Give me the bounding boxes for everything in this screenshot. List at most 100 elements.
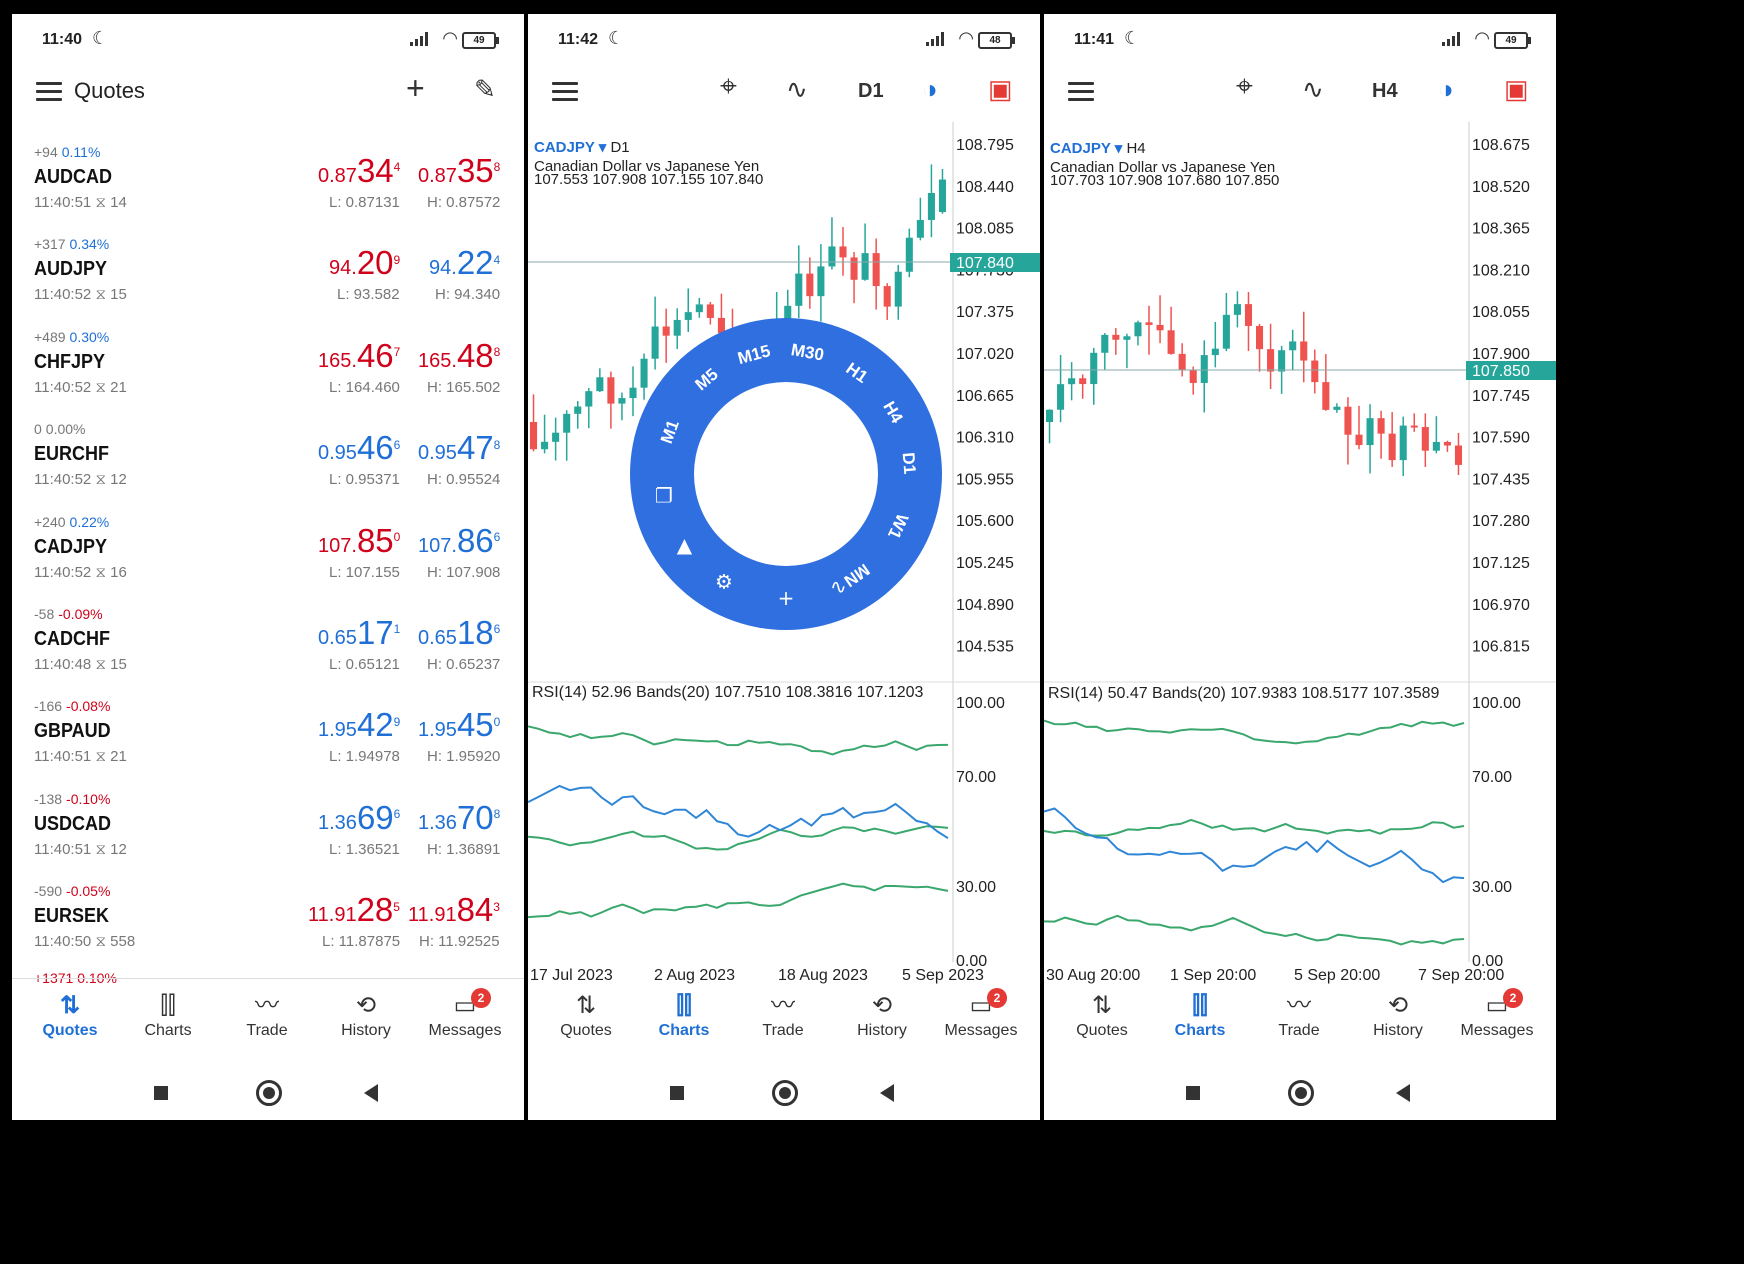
- indicator-icon[interactable]: ∿: [786, 74, 808, 105]
- nav-quotes[interactable]: ⇅ Quotes: [20, 986, 120, 1040]
- change-percent: 0.34%: [69, 236, 110, 253]
- quote-row[interactable]: +317 0.34% AUDJPY 11:40:52 ⧖ 15 94.209 94.224…: [12, 226, 524, 318]
- battery-icon: 49: [462, 32, 499, 49]
- spread-icon: ⧖: [95, 840, 106, 858]
- indicator-wheel-icon[interactable]: ∿: [830, 574, 847, 598]
- low-price: L: 1.36521: [329, 840, 400, 858]
- system-nav: [528, 1066, 1040, 1120]
- nav-trade[interactable]: 〰 Trade: [217, 986, 317, 1040]
- nav-divider: [12, 978, 524, 979]
- rsi-tick-label: 70.00: [1472, 769, 1512, 786]
- objects-icon[interactable]: ▲: [677, 533, 693, 557]
- menu-icon[interactable]: [552, 82, 578, 102]
- time-axis-label: 1 Sep 20:00: [1170, 967, 1256, 984]
- crosshair-wheel-icon[interactable]: +: [778, 586, 795, 610]
- nav-trade[interactable]: 〰 Trade: [733, 986, 833, 1040]
- price-tick-label: 107.125: [1472, 555, 1530, 572]
- crosshair-icon[interactable]: ⌖: [720, 70, 737, 104]
- quote-row[interactable]: 0 0.00% EURCHF 11:40:52 ⧖ 12 0.95466 0.95478 L…: [12, 411, 524, 503]
- nav-history[interactable]: ⟲ History: [1348, 986, 1448, 1040]
- spread-icon: ⧖: [95, 194, 106, 211]
- quotes-screen: 11:40 ☾ ◠ 49 Quotes + ✎ +94 0.11% AUDCAD 11…: [12, 14, 524, 1120]
- candle-body: [585, 391, 593, 407]
- back-triangle-icon[interactable]: [364, 1084, 378, 1102]
- chart-canvas[interactable]: 108.675 108.520 108.365 108.210 108.055 107.9…: [1044, 122, 1556, 992]
- window-icon[interactable]: ❐: [655, 484, 673, 508]
- quote-row[interactable]: -138 -0.10% USDCAD 11:40:51 ⧖ 12 1.36696 1.36…: [12, 781, 524, 873]
- change-percent: -0.05%: [66, 883, 111, 900]
- high-price: H: 0.95524: [427, 471, 501, 489]
- recents-square-icon[interactable]: [1186, 1086, 1200, 1100]
- low-price: L: 93.582: [337, 286, 400, 304]
- quote-row[interactable]: -590 -0.05% EURSEK 11:40:50 ⧖ 558 11.91285 11…: [12, 873, 524, 965]
- bollinger-upper: [528, 725, 949, 756]
- quote-row[interactable]: +94 0.11% AUDCAD 11:40:51 ⧖ 14 0.87344 0.8735…: [12, 134, 524, 226]
- quote-row[interactable]: +240 0.22% CADJPY 11:40:52 ⧖ 16 107.850 107.8…: [12, 504, 524, 596]
- chart-ohlc: 107.553 107.908 107.155 107.840: [534, 171, 764, 188]
- crosshair-icon[interactable]: ⌖: [1236, 70, 1253, 104]
- menu-icon[interactable]: [36, 82, 62, 102]
- change-points: +240 0.22%: [34, 513, 110, 530]
- nav-messages[interactable]: ▭ Messages 2: [1447, 986, 1547, 1040]
- time-axis-label: 18 Aug 2023: [778, 967, 868, 984]
- messages-badge: 2: [1503, 988, 1523, 1008]
- bid-price: 0.65171: [318, 614, 401, 651]
- home-circle-icon[interactable]: [772, 1080, 798, 1106]
- candle-body: [872, 253, 880, 287]
- timeframe-wheel[interactable]: M1M5M15 M30H1H4D1W1MN❐▲⚙+ ∿: [628, 316, 944, 632]
- ask-price: 0.95478: [418, 429, 501, 467]
- ask-price: 94.224: [429, 244, 501, 282]
- spread-value: 14: [110, 194, 127, 211]
- nav-history[interactable]: ⟲ History: [832, 986, 932, 1040]
- chart-symbol[interactable]: CADJPY ▾ D1: [534, 138, 630, 156]
- timeframe-button[interactable]: H4: [1372, 80, 1398, 103]
- trade-panel-icon[interactable]: ▣: [1504, 74, 1529, 105]
- quote-row[interactable]: -166 -0.08% GBPAUD 11:40:51 ⧖ 21 1.95429 1.95…: [12, 688, 524, 780]
- candles-icon: ⫿⫿: [676, 992, 692, 1019]
- chart-symbol[interactable]: CADJPY ▾ H4: [1050, 139, 1146, 157]
- wheel-timeframe-d1[interactable]: D1: [899, 452, 920, 475]
- candle-body: [618, 398, 626, 404]
- change-percent: 0.22%: [69, 513, 110, 530]
- quote-row[interactable]: -58 -0.09% CADCHF 11:40:48 ⧖ 15 0.65171 0.651…: [12, 596, 524, 688]
- chart-ohlc: 107.703 107.908 107.680 107.850: [1050, 172, 1280, 189]
- home-circle-icon[interactable]: [1288, 1080, 1314, 1106]
- symbol-name: AUDCAD: [34, 166, 113, 188]
- home-circle-icon[interactable]: [256, 1080, 282, 1106]
- menu-icon[interactable]: [1068, 82, 1094, 102]
- indicator-label: RSI(14) 50.47 Bands(20) 107.9383 108.517…: [1048, 685, 1440, 702]
- settings-gear-icon[interactable]: ⚙: [715, 569, 733, 593]
- candle-body: [1045, 409, 1054, 422]
- nav-messages[interactable]: ▭ Messages 2: [931, 986, 1031, 1040]
- change-points: -590 -0.05%: [34, 883, 111, 900]
- quote-row[interactable]: +489 0.30% CHFJPY 11:40:52 ⧖ 21 165.467 165.4…: [12, 319, 524, 411]
- nav-charts[interactable]: ⫿⫿ Charts: [118, 986, 218, 1040]
- one-click-icon[interactable]: ◑: [922, 74, 938, 105]
- edit-pencil-icon[interactable]: ✎: [474, 74, 496, 105]
- price-tick-label: 106.970: [1472, 597, 1530, 614]
- nav-quotes[interactable]: ⇅ Quotes: [536, 986, 636, 1040]
- price-tick-label: 106.665: [956, 388, 1014, 405]
- trade-line-icon: 〰: [771, 992, 795, 1019]
- system-nav: [12, 1066, 524, 1120]
- time-axis-label: 5 Sep 2023: [902, 967, 984, 984]
- quote-time: 11:40:51 ⧖ 14: [34, 194, 127, 211]
- nav-messages[interactable]: ▭ Messages 2: [415, 986, 515, 1040]
- indicator-icon[interactable]: ∿: [1302, 74, 1324, 105]
- nav-trade[interactable]: 〰 Trade: [1249, 986, 1349, 1040]
- recents-square-icon[interactable]: [154, 1086, 168, 1100]
- high-price: H: 1.95920: [427, 748, 501, 766]
- trade-panel-icon[interactable]: ▣: [988, 74, 1013, 105]
- nav-history[interactable]: ⟲ History: [316, 986, 416, 1040]
- candle-body: [839, 246, 847, 258]
- nav-charts[interactable]: ⫿⫿ Charts: [634, 986, 734, 1040]
- timeframe-button[interactable]: D1: [858, 80, 884, 103]
- one-click-icon[interactable]: ◑: [1438, 74, 1454, 105]
- recents-square-icon[interactable]: [670, 1086, 684, 1100]
- back-triangle-icon[interactable]: [880, 1084, 894, 1102]
- nav-charts[interactable]: ⫿⫿ Charts: [1150, 986, 1250, 1040]
- candle-body: [1267, 349, 1275, 372]
- back-triangle-icon[interactable]: [1396, 1084, 1410, 1102]
- add-symbol-icon[interactable]: +: [406, 70, 425, 107]
- nav-quotes[interactable]: ⇅ Quotes: [1052, 986, 1152, 1040]
